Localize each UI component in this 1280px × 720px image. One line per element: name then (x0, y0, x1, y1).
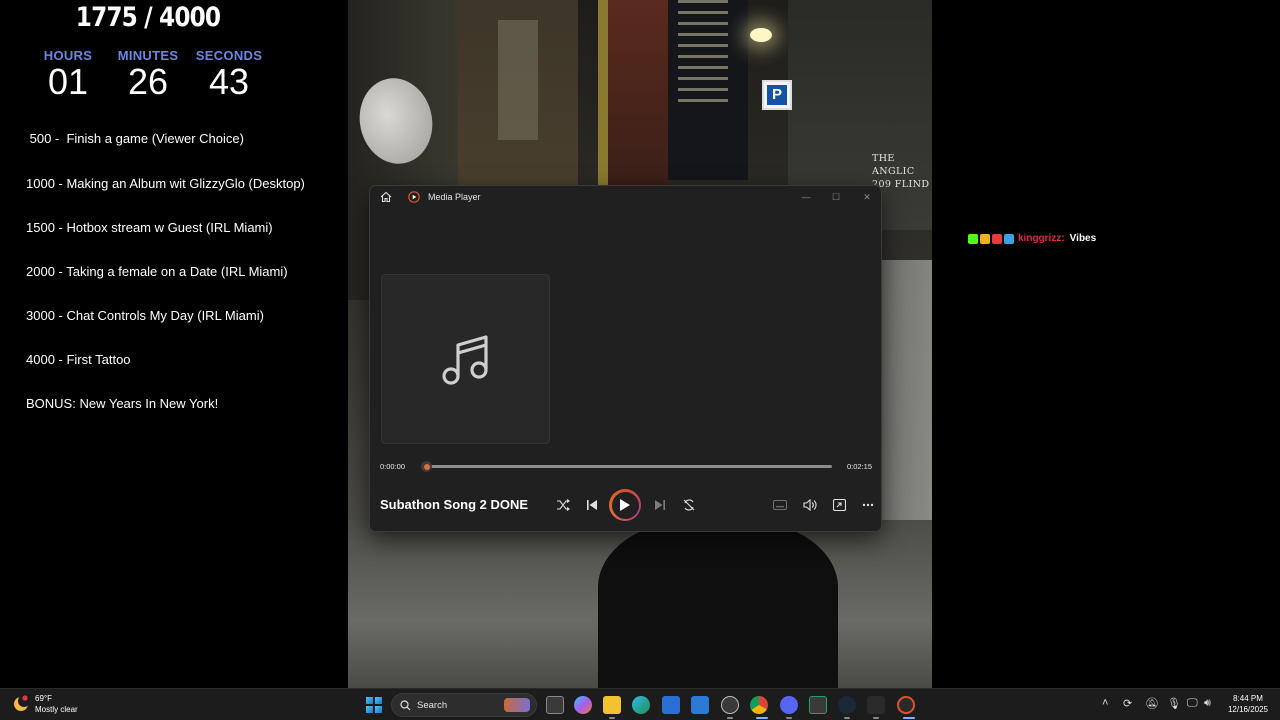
chat-username: kinggrizz: (1018, 233, 1065, 244)
play-button[interactable] (609, 489, 641, 521)
timer-seconds: SECONDS 43 (189, 48, 269, 102)
mini-player-icon[interactable] (827, 493, 851, 517)
notifications-off-icon[interactable]: 🔕︎ (1145, 697, 1159, 710)
parking-letter: P (767, 85, 787, 105)
g-hub-icon[interactable] (867, 696, 885, 714)
chevron-up-icon[interactable]: ˄ (1102, 697, 1108, 709)
taskbar: 69°F Mostly clear Search ˄ ⟳ � (0, 688, 1280, 720)
microphone-icon[interactable]: 🎙︎ (1167, 697, 1181, 710)
sync-icon[interactable]: ⟳ (1123, 697, 1132, 710)
obs-icon[interactable] (721, 696, 739, 714)
kick-badge-icon (968, 233, 978, 244)
building (608, 0, 668, 190)
maximize-icon[interactable]: ☐ (827, 189, 845, 205)
weather-desc: Mostly clear (35, 705, 78, 714)
previous-icon[interactable] (580, 493, 604, 517)
repeat-icon[interactable] (677, 493, 701, 517)
close-icon[interactable]: ✕ (858, 189, 876, 205)
clock-date: 12/16/2025 (1227, 705, 1269, 714)
play-icon (620, 499, 630, 511)
edge-icon[interactable] (632, 696, 650, 714)
timer-hours: HOURS 01 (28, 48, 108, 102)
title-bar[interactable]: Media Player — ☐ ✕ (370, 186, 881, 208)
search-highlight-icon (504, 698, 530, 712)
hours-value: 01 (47, 61, 89, 102)
person-silhouette (598, 520, 838, 688)
app-title: Media Player (428, 192, 481, 202)
shuffle-icon[interactable] (551, 493, 575, 517)
current-time: 0:00:00 (380, 462, 406, 471)
timer-minutes: MINUTES 26 (108, 48, 188, 102)
steam-icon[interactable] (838, 696, 856, 714)
clock-time: 8:44 PM (1233, 694, 1263, 703)
media-player-window[interactable]: Media Player — ☐ ✕ 0:00:00 0:02:15 Subat… (369, 185, 882, 532)
goal-list: 500 - Finish a game (Viewer Choice) 1000… (26, 103, 305, 441)
total-time: 0:02:15 (847, 462, 873, 471)
music-note-icon (441, 335, 488, 385)
gem-badge-icon (1004, 233, 1014, 244)
weather-moon-icon (14, 695, 30, 711)
network-icon[interactable]: 🖵︎ (1187, 697, 1198, 710)
goal-item: 2000 - Taking a female on a Date (IRL Mi… (26, 263, 288, 279)
minutes-value: 26 (127, 61, 169, 102)
weather-temp: 69°F (35, 694, 52, 703)
window (498, 20, 538, 140)
next-icon[interactable] (648, 493, 672, 517)
crown-badge-icon (980, 233, 990, 244)
more-icon[interactable] (856, 493, 880, 517)
file-explorer-icon[interactable] (603, 696, 621, 714)
sword-badge-icon (992, 233, 1002, 244)
home-icon[interactable] (379, 190, 393, 204)
tower-lights (678, 0, 728, 110)
start-button[interactable] (366, 697, 382, 713)
album-art (381, 274, 550, 444)
goal-item: BONUS: New Years In New York! (26, 396, 219, 412)
store-icon[interactable] (662, 696, 680, 714)
search-label: Search (417, 699, 448, 711)
goal-item: 4000 - First Tattoo (26, 351, 131, 367)
seek-bar[interactable] (427, 465, 832, 468)
chat-text: Vibes (1069, 233, 1097, 244)
chrome-icon[interactable] (750, 696, 768, 714)
search-box[interactable]: Search (391, 693, 537, 717)
seek-thumb[interactable] (421, 461, 432, 472)
seconds-value: 43 (208, 61, 250, 102)
copilot-icon[interactable] (574, 696, 592, 714)
weather-widget[interactable]: 69°F Mostly clear (12, 693, 78, 715)
outlook-icon[interactable] (691, 696, 709, 714)
desktop: 1775 / 4000 HOURS 01 MINUTES 26 SECONDS … (0, 0, 1280, 720)
sign-line: THE ANGLIC (872, 153, 915, 177)
volume-icon[interactable] (798, 493, 822, 517)
goal-item: 1000 - Making an Album wit GlizzyGlo (De… (26, 175, 305, 191)
task-view-icon[interactable] (546, 696, 564, 714)
street-light (750, 28, 772, 42)
media-player-taskbar-icon[interactable] (897, 696, 915, 714)
subathon-overlay: 1775 / 4000 HOURS 01 MINUTES 26 SECONDS … (0, 0, 348, 688)
media-player-icon (408, 191, 420, 203)
goal-item: 500 - Finish a game (Viewer Choice) (26, 131, 244, 147)
minimize-icon[interactable]: — (797, 189, 815, 205)
goal-item: 1500 - Hotbox stream w Guest (IRL Miami) (26, 219, 273, 235)
chat-message: kinggrizz: Vibes (968, 233, 1096, 244)
discord-icon[interactable] (780, 696, 798, 714)
goal-counter: 1775 / 4000 (75, 2, 221, 33)
song-title: Subathon Song 2 DONE (380, 497, 529, 512)
building-sign: THE ANGLIC 209 FLIND (872, 152, 932, 191)
parking-sign: P (762, 80, 792, 110)
speaker-icon[interactable]: 🔊︎ (1204, 697, 1211, 710)
system-clock[interactable]: 8:44 PM 12/16/2025 (1222, 693, 1274, 715)
captions-icon[interactable] (768, 493, 792, 517)
excel-icon[interactable] (809, 696, 827, 714)
search-icon (400, 699, 411, 710)
goal-item: 3000 - Chat Controls My Day (IRL Miami) (26, 307, 264, 323)
